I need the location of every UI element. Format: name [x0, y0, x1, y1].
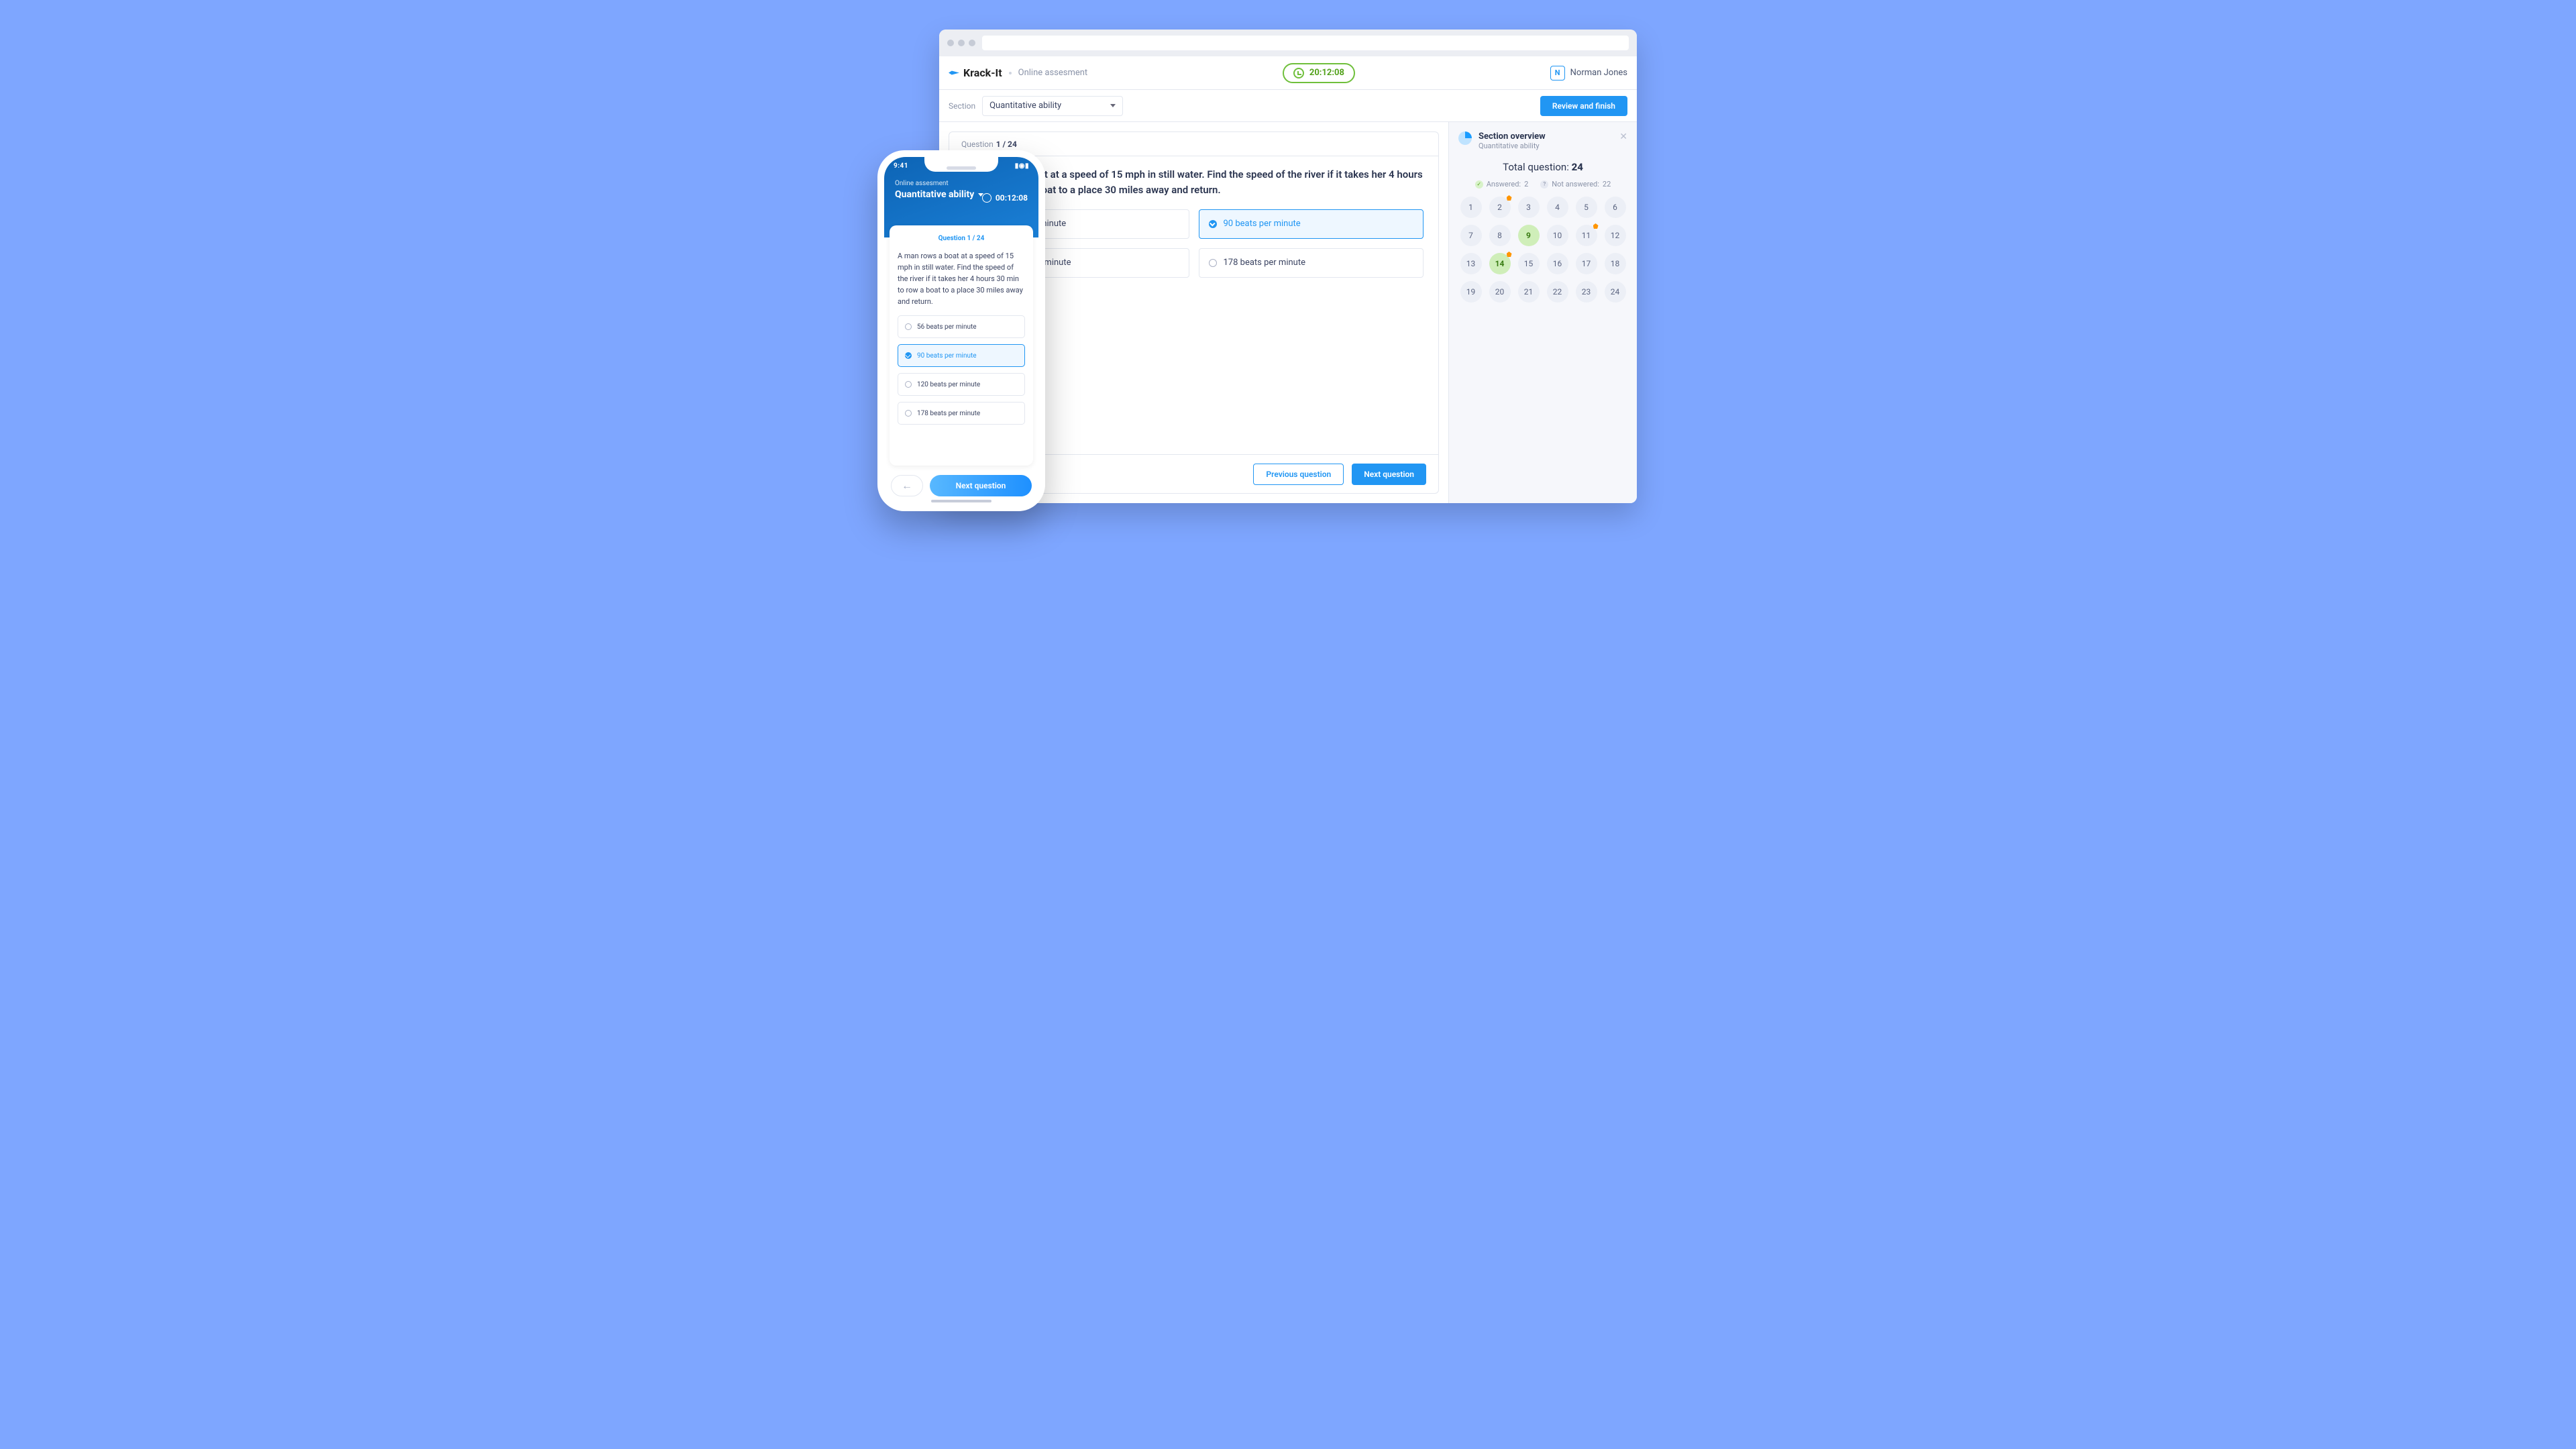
next-question-button[interactable]: Next question [1352, 464, 1426, 485]
radio-icon [1209, 259, 1217, 267]
brand-name: Krack-It [963, 66, 1002, 79]
timer: 20:12:08 [1283, 63, 1355, 83]
question-nav-cell[interactable]: 6 [1605, 197, 1626, 218]
radio-icon [905, 323, 912, 330]
question-nav-cell[interactable]: 18 [1605, 253, 1626, 274]
question-nav-cell[interactable]: 20 [1489, 281, 1511, 303]
question-nav-cell[interactable]: 1 [1460, 197, 1482, 218]
section-select[interactable]: Quantitative ability [982, 96, 1123, 116]
phone-next-button[interactable]: Next question [930, 475, 1032, 496]
radio-icon [905, 410, 912, 417]
check-icon: ✓ [1475, 180, 1483, 189]
timer-value: 20:12:08 [1309, 68, 1344, 78]
phone-mock: 9:41 ▮◉▮ Online assesment Quantitative a… [877, 150, 1045, 511]
option-label: 178 beats per minute [917, 410, 980, 417]
previous-question-button[interactable]: Previous question [1253, 464, 1344, 485]
browser-chrome [939, 30, 1637, 56]
question-nav-cell[interactable]: 9 [1518, 225, 1540, 246]
stopwatch-icon [982, 193, 991, 203]
legend: ✓Answered: 2 ?Not answered: 22 [1449, 180, 1637, 189]
question-nav-cell[interactable]: 22 [1547, 281, 1568, 303]
user-name: Norman Jones [1570, 68, 1627, 78]
option-label: 120 beats per minute [917, 381, 980, 388]
question-nav-cell[interactable]: 21 [1518, 281, 1540, 303]
stopwatch-icon [1293, 68, 1304, 78]
app-header: Krack-It Online assesment 20:12:08 N Nor… [939, 56, 1637, 90]
close-icon[interactable]: ✕ [1619, 131, 1627, 142]
logo-icon [949, 66, 959, 80]
question-nav-cell[interactable]: 10 [1547, 225, 1568, 246]
question-nav-cell[interactable]: 2 [1489, 197, 1511, 218]
avatar: N [1550, 66, 1565, 80]
phone-notch [924, 157, 998, 172]
radio-icon [1209, 220, 1217, 228]
question-nav-cell[interactable]: 8 [1489, 225, 1511, 246]
question-nav-cell[interactable]: 3 [1518, 197, 1540, 218]
answer-option[interactable]: 90 beats per minute [1199, 209, 1424, 239]
question-nav-cell[interactable]: 19 [1460, 281, 1482, 303]
window-controls[interactable] [947, 40, 975, 46]
question-nav-cell[interactable]: 15 [1518, 253, 1540, 274]
phone-back-button[interactable]: ← [891, 475, 923, 496]
answer-option[interactable]: 178 beats per minute [1199, 248, 1424, 278]
phone-timer: 00:12:08 [982, 193, 1028, 203]
phone-question-text: A man rows a boat at a speed of 15 mph i… [898, 250, 1025, 307]
header-subtitle: Online assesment [1018, 68, 1088, 78]
phone-answer-option[interactable]: 56 beats per minute [898, 315, 1025, 338]
section-overview-panel: Section overview Quantitative ability ✕ … [1449, 122, 1637, 503]
review-finish-button[interactable]: Review and finish [1540, 96, 1627, 116]
address-bar[interactable] [982, 36, 1629, 50]
phone-question-counter: Question 1 / 24 [898, 235, 1025, 242]
phone-subtitle: Online assesment [895, 180, 1028, 187]
pie-chart-icon [1458, 131, 1472, 145]
phone-question-card: Question 1 / 24 A man rows a boat at a s… [890, 225, 1033, 466]
signal-wifi-battery-icon: ▮◉▮ [1015, 162, 1029, 170]
section-value: Quantitative ability [989, 101, 1061, 111]
option-label: 56 beats per minute [917, 323, 977, 331]
question-nav-cell[interactable]: 24 [1605, 281, 1626, 303]
option-label: 90 beats per minute [917, 352, 977, 360]
chevron-down-icon [1110, 104, 1116, 107]
question-nav-cell[interactable]: 14 [1489, 253, 1511, 274]
toolbar: Section Quantitative ability Review and … [939, 90, 1637, 122]
question-nav-cell[interactable]: 7 [1460, 225, 1482, 246]
radio-icon [905, 381, 912, 388]
question-nav-cell[interactable]: 17 [1576, 253, 1597, 274]
home-indicator [931, 500, 991, 502]
question-nav-cell[interactable]: 16 [1547, 253, 1568, 274]
question-nav-cell[interactable]: 23 [1576, 281, 1597, 303]
question-nav-cell[interactable]: 13 [1460, 253, 1482, 274]
question-mark-icon: ? [1540, 180, 1548, 189]
overview-title: Section overview [1479, 131, 1546, 142]
total-question: Total question: 24 [1449, 161, 1637, 173]
section-label: Section [949, 101, 975, 111]
question-nav-cell[interactable]: 4 [1547, 197, 1568, 218]
phone-answer-option[interactable]: 178 beats per minute [898, 402, 1025, 425]
separator-dot [1009, 72, 1012, 74]
option-label: 90 beats per minute [1224, 219, 1301, 229]
question-nav-cell[interactable]: 12 [1605, 225, 1626, 246]
brand[interactable]: Krack-It [949, 66, 1002, 80]
phone-answer-option[interactable]: 90 beats per minute [898, 344, 1025, 367]
radio-icon [905, 352, 912, 359]
question-nav-cell[interactable]: 5 [1576, 197, 1597, 218]
overview-subtitle: Quantitative ability [1479, 142, 1546, 150]
option-label: 178 beats per minute [1224, 258, 1305, 268]
question-nav-cell[interactable]: 11 [1576, 225, 1597, 246]
user-menu[interactable]: N Norman Jones [1550, 66, 1627, 80]
phone-answer-option[interactable]: 120 beats per minute [898, 373, 1025, 396]
